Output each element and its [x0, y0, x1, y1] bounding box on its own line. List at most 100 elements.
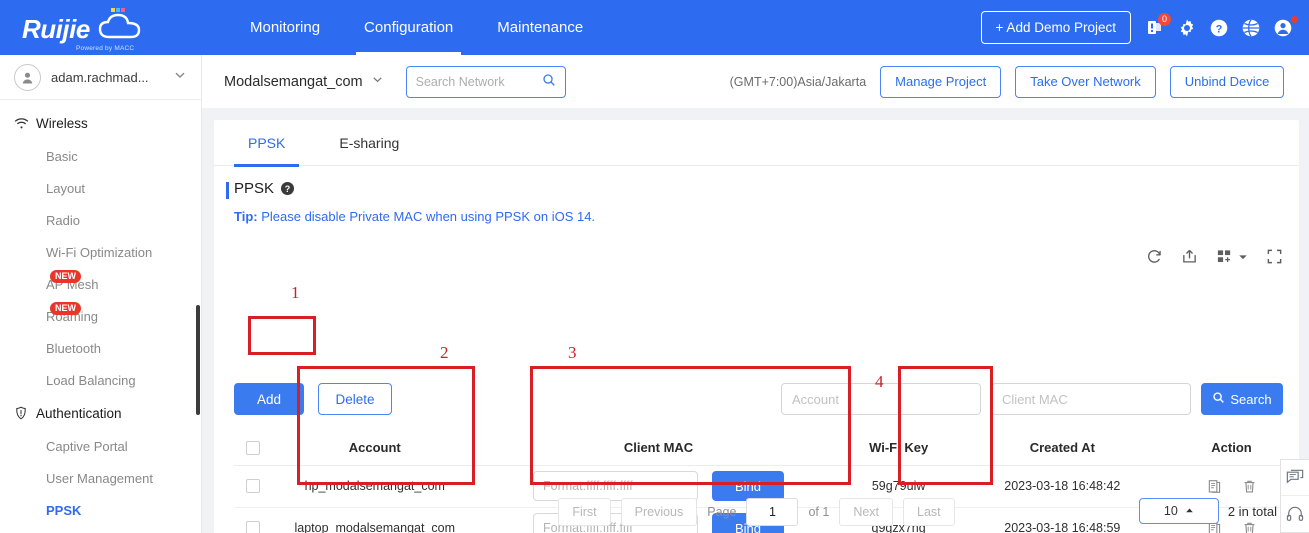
tab-label: E-sharing: [339, 134, 400, 151]
client-mac-filter-input[interactable]: [991, 383, 1191, 415]
help-icon[interactable]: ?: [281, 182, 295, 195]
sidebar-item-label: Load Balancing: [46, 372, 136, 388]
column-header-client-mac[interactable]: Client MAC: [478, 430, 839, 466]
sidebar-scrollbar[interactable]: [196, 305, 200, 415]
nav-item-maintenance[interactable]: Maintenance: [475, 0, 605, 55]
logo-dots: [110, 8, 125, 12]
search-button[interactable]: Search: [1201, 383, 1283, 415]
sidebar-item-roaming[interactable]: Roaming NEW: [0, 300, 201, 332]
sidebar-menu: Wireless Basic Layout Radio Wi-Fi Optimi…: [0, 100, 201, 526]
nav-item-configuration[interactable]: Configuration: [342, 0, 475, 55]
ppsk-card: PPSK E-sharing PPSK ? Tip: Please disabl…: [214, 120, 1299, 533]
shield-icon: [14, 406, 36, 420]
nav-label: Configuration: [364, 19, 454, 36]
floating-support-widget: [1280, 459, 1309, 533]
sidebar-item-label: Layout: [46, 180, 86, 196]
chat-icon[interactable]: [1281, 460, 1309, 496]
tab-ppsk[interactable]: PPSK: [234, 120, 300, 167]
sidebar-item-user-management[interactable]: User Management: [0, 462, 201, 494]
sidebar-item-ap-mesh[interactable]: AP Mesh NEW: [0, 268, 201, 300]
pagination-right: 10 2 in total: [1138, 498, 1277, 524]
logo-powered-text: Powered by MACC: [76, 45, 135, 52]
globe-icon[interactable]: [1241, 18, 1261, 38]
primary-nav: Monitoring Configuration Maintenance: [228, 0, 605, 55]
previous-page-button[interactable]: Previous: [620, 498, 698, 526]
column-header-action: Action: [1166, 430, 1297, 466]
add-button[interactable]: Add: [234, 383, 304, 415]
manage-project-button[interactable]: Manage Project: [880, 65, 1002, 98]
sidebar-group-label: Wireless: [36, 115, 88, 131]
fullscreen-icon[interactable]: [1266, 248, 1283, 265]
take-over-network-button[interactable]: Take Over Network: [1015, 65, 1156, 98]
alert-icon[interactable]: 0: [1145, 12, 1171, 38]
sidebar-group-label: Authentication: [36, 405, 122, 421]
next-page-button[interactable]: Next: [839, 498, 894, 526]
sidebar-item-label: Radio: [46, 212, 80, 228]
chevron-down-icon[interactable]: [371, 73, 384, 91]
project-name[interactable]: Modalsemangat_com: [224, 74, 363, 90]
select-all-header: [234, 430, 272, 466]
tab-label: PPSK: [248, 134, 286, 151]
sidebar-item-captive-portal[interactable]: Captive Portal: [0, 430, 201, 462]
user-account-row[interactable]: adam.rachmad...: [0, 55, 201, 100]
nav-label: Monitoring: [250, 19, 321, 36]
tip-label: Tip:: [234, 209, 258, 224]
column-header-account[interactable]: Account: [271, 430, 479, 466]
nav-label: Maintenance: [497, 19, 584, 36]
sidebar-item-load-balancing[interactable]: Load Balancing: [0, 364, 201, 396]
project-bar: Modalsemangat_com Search Network (GMT+7:…: [202, 55, 1309, 108]
unbind-device-button[interactable]: Unbind Device: [1169, 65, 1285, 98]
gear-icon[interactable]: [1177, 18, 1197, 38]
column-settings-icon[interactable]: [1216, 248, 1248, 265]
chevron-up-icon: [1185, 504, 1194, 518]
sidebar-item-layout[interactable]: Layout: [0, 172, 201, 204]
sidebar-group-authentication[interactable]: Authentication: [0, 396, 201, 430]
column-header-created-at[interactable]: Created At: [958, 430, 1166, 466]
search-icon[interactable]: [542, 73, 556, 90]
brand-logo[interactable]: Ruijie Powered by MACC: [0, 8, 210, 52]
headset-icon[interactable]: [1281, 496, 1309, 532]
page-count-label: of 1: [808, 505, 830, 519]
sidebar-item-bluetooth[interactable]: Bluetooth: [0, 332, 201, 364]
page-size-select[interactable]: 10: [1138, 498, 1219, 524]
delete-button[interactable]: Delete: [318, 383, 392, 415]
sidebar-item-radio[interactable]: Radio: [0, 204, 201, 236]
tab-e-sharing[interactable]: E-sharing: [325, 120, 413, 166]
sidebar-item-label: User Management: [46, 470, 153, 486]
network-search-input[interactable]: Search Network: [405, 65, 566, 98]
sidebar-item-basic[interactable]: Basic: [0, 140, 201, 172]
tip-banner: Tip: Please disable Private MAC when usi…: [214, 197, 1299, 224]
alert-badge: 0: [1158, 12, 1171, 26]
bind-button[interactable]: Bind: [712, 471, 785, 501]
new-badge: NEW: [50, 270, 81, 283]
help-icon[interactable]: ?: [1209, 18, 1229, 38]
table-head: Account Client MAC Wi-Fi Key Created At …: [234, 430, 1297, 466]
sidebar-item-ppsk[interactable]: PPSK: [0, 494, 201, 526]
tip-text: Please disable Private MAC when using PP…: [257, 209, 596, 224]
column-header-wifi-key[interactable]: Wi-Fi Key: [838, 430, 959, 466]
last-page-button[interactable]: Last: [903, 498, 955, 526]
copy-icon[interactable]: [1207, 479, 1222, 494]
sidebar-group-wireless[interactable]: Wireless: [0, 106, 201, 140]
pagination: First Previous Page of 1 Next Last: [214, 498, 1299, 526]
timezone-label: (GMT+7:00)Asia/Jakarta: [729, 74, 867, 89]
row-checkbox[interactable]: [245, 479, 260, 494]
page-number-input[interactable]: [746, 498, 799, 526]
user-icon[interactable]: [1273, 15, 1298, 38]
table-tool-icons: [1146, 248, 1283, 265]
select-all-checkbox[interactable]: [245, 441, 260, 456]
nav-item-monitoring[interactable]: Monitoring: [228, 0, 342, 55]
table-actions: Add Delete: [234, 383, 392, 415]
delete-icon[interactable]: [1242, 479, 1257, 494]
client-mac-input[interactable]: [533, 471, 699, 501]
first-page-button[interactable]: First: [558, 498, 611, 526]
add-demo-project-button[interactable]: + Add Demo Project: [980, 11, 1131, 44]
refresh-icon[interactable]: [1146, 248, 1163, 265]
page-title: PPSK ?: [214, 166, 1299, 199]
top-bar: Ruijie Powered by MACC Monitoring Config…: [0, 0, 1309, 55]
account-filter-input[interactable]: [781, 383, 981, 415]
page-label: Page: [707, 505, 737, 519]
export-icon[interactable]: [1181, 248, 1198, 265]
sidebar-item-wifi-optimization[interactable]: Wi-Fi Optimization: [0, 236, 201, 268]
cloud-icon: [97, 8, 143, 41]
